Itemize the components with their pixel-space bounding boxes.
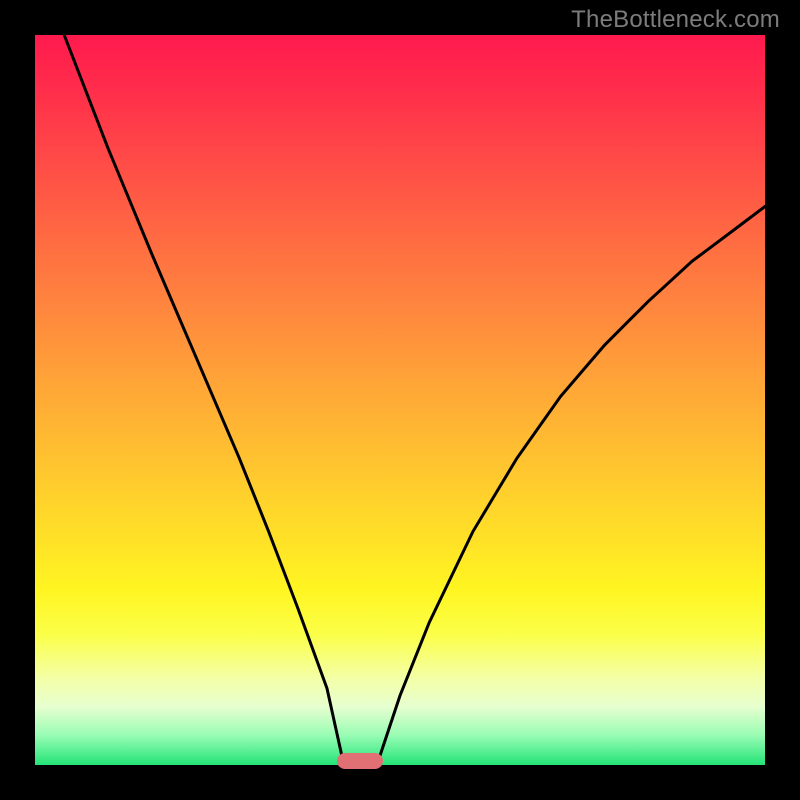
bottleneck-curve	[35, 35, 765, 765]
chart-frame: TheBottleneck.com	[0, 0, 800, 800]
bottleneck-marker	[337, 753, 383, 769]
watermark-label: TheBottleneck.com	[571, 6, 780, 34]
plot-area	[35, 35, 765, 765]
